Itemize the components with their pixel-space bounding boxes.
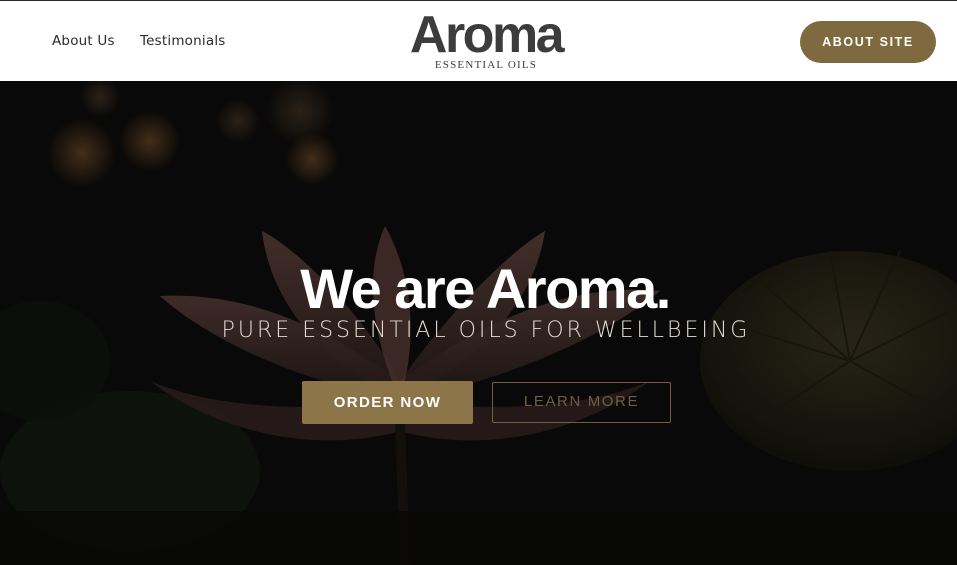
nav-link-about-us[interactable]: About Us (52, 33, 115, 49)
site-header: About Us Testimonials Aroma ESSENTIAL OI… (0, 0, 957, 81)
hero-subtitle: PURE ESSENTIAL OILS FOR WELLBEING (221, 318, 751, 343)
hero-section: We are Aroma. PURE ESSENTIAL OILS FOR WE… (0, 81, 957, 565)
logo-wordmark: Aroma (409, 6, 565, 64)
brand-logo[interactable]: Aroma ESSENTIAL OILS (400, 9, 572, 73)
learn-more-button[interactable]: LEARN MORE (492, 382, 671, 423)
order-now-button[interactable]: ORDER NOW (302, 381, 473, 424)
hero-title: We are Aroma. (300, 257, 671, 320)
about-site-button[interactable]: ABOUT SITE (800, 21, 936, 63)
nav-link-testimonials[interactable]: Testimonials (140, 33, 226, 49)
